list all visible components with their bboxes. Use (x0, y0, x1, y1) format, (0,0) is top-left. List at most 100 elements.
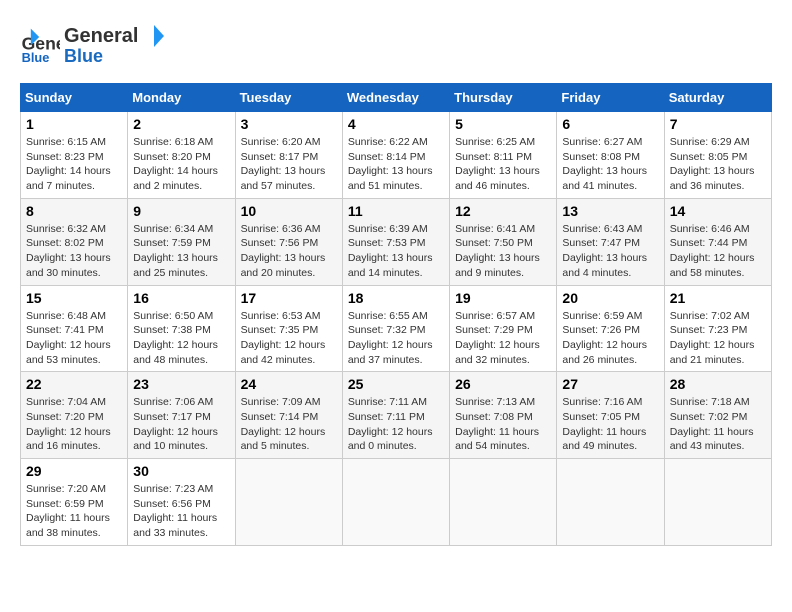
day-info: Sunrise: 7:20 AM Sunset: 6:59 PM Dayligh… (26, 482, 122, 541)
day-info: Sunrise: 6:20 AM Sunset: 8:17 PM Dayligh… (241, 135, 337, 194)
day-number: 5 (455, 116, 551, 132)
day-cell-13: 13 Sunrise: 6:43 AM Sunset: 7:47 PM Dayl… (557, 198, 664, 285)
day-cell-18: 18 Sunrise: 6:55 AM Sunset: 7:32 PM Dayl… (342, 285, 449, 372)
day-info: Sunrise: 6:18 AM Sunset: 8:20 PM Dayligh… (133, 135, 229, 194)
col-header-tuesday: Tuesday (235, 84, 342, 112)
calendar-header-row: SundayMondayTuesdayWednesdayThursdayFrid… (21, 84, 772, 112)
day-number: 12 (455, 203, 551, 219)
day-cell-4: 4 Sunrise: 6:22 AM Sunset: 8:14 PM Dayli… (342, 112, 449, 199)
col-header-wednesday: Wednesday (342, 84, 449, 112)
day-number: 14 (670, 203, 766, 219)
day-cell-21: 21 Sunrise: 7:02 AM Sunset: 7:23 PM Dayl… (664, 285, 771, 372)
day-info: Sunrise: 6:53 AM Sunset: 7:35 PM Dayligh… (241, 309, 337, 368)
day-number: 20 (562, 290, 658, 306)
day-number: 18 (348, 290, 444, 306)
day-info: Sunrise: 6:46 AM Sunset: 7:44 PM Dayligh… (670, 222, 766, 281)
week-row-1: 1 Sunrise: 6:15 AM Sunset: 8:23 PM Dayli… (21, 112, 772, 199)
day-info: Sunrise: 7:04 AM Sunset: 7:20 PM Dayligh… (26, 395, 122, 454)
day-number: 8 (26, 203, 122, 219)
day-cell-20: 20 Sunrise: 6:59 AM Sunset: 7:26 PM Dayl… (557, 285, 664, 372)
day-info: Sunrise: 6:29 AM Sunset: 8:05 PM Dayligh… (670, 135, 766, 194)
day-number: 13 (562, 203, 658, 219)
day-info: Sunrise: 7:16 AM Sunset: 7:05 PM Dayligh… (562, 395, 658, 454)
day-number: 24 (241, 376, 337, 392)
week-row-5: 29 Sunrise: 7:20 AM Sunset: 6:59 PM Dayl… (21, 459, 772, 546)
empty-cell (235, 459, 342, 546)
day-cell-22: 22 Sunrise: 7:04 AM Sunset: 7:20 PM Dayl… (21, 372, 128, 459)
day-number: 2 (133, 116, 229, 132)
col-header-saturday: Saturday (664, 84, 771, 112)
day-number: 21 (670, 290, 766, 306)
day-number: 27 (562, 376, 658, 392)
day-number: 4 (348, 116, 444, 132)
day-number: 7 (670, 116, 766, 132)
day-cell-12: 12 Sunrise: 6:41 AM Sunset: 7:50 PM Dayl… (450, 198, 557, 285)
day-cell-16: 16 Sunrise: 6:50 AM Sunset: 7:38 PM Dayl… (128, 285, 235, 372)
day-cell-27: 27 Sunrise: 7:16 AM Sunset: 7:05 PM Dayl… (557, 372, 664, 459)
empty-cell (342, 459, 449, 546)
day-number: 3 (241, 116, 337, 132)
day-number: 23 (133, 376, 229, 392)
day-info: Sunrise: 6:57 AM Sunset: 7:29 PM Dayligh… (455, 309, 551, 368)
day-cell-24: 24 Sunrise: 7:09 AM Sunset: 7:14 PM Dayl… (235, 372, 342, 459)
day-info: Sunrise: 6:22 AM Sunset: 8:14 PM Dayligh… (348, 135, 444, 194)
empty-cell (557, 459, 664, 546)
svg-text:General: General (64, 25, 138, 47)
day-info: Sunrise: 6:39 AM Sunset: 7:53 PM Dayligh… (348, 222, 444, 281)
day-cell-14: 14 Sunrise: 6:46 AM Sunset: 7:44 PM Dayl… (664, 198, 771, 285)
logo-icon: General Blue (20, 27, 60, 67)
week-row-2: 8 Sunrise: 6:32 AM Sunset: 8:02 PM Dayli… (21, 198, 772, 285)
day-info: Sunrise: 6:36 AM Sunset: 7:56 PM Dayligh… (241, 222, 337, 281)
day-cell-1: 1 Sunrise: 6:15 AM Sunset: 8:23 PM Dayli… (21, 112, 128, 199)
day-info: Sunrise: 6:48 AM Sunset: 7:41 PM Dayligh… (26, 309, 122, 368)
day-number: 30 (133, 463, 229, 479)
day-number: 22 (26, 376, 122, 392)
col-header-friday: Friday (557, 84, 664, 112)
empty-cell (450, 459, 557, 546)
day-number: 17 (241, 290, 337, 306)
day-cell-2: 2 Sunrise: 6:18 AM Sunset: 8:20 PM Dayli… (128, 112, 235, 199)
day-number: 9 (133, 203, 229, 219)
day-info: Sunrise: 7:06 AM Sunset: 7:17 PM Dayligh… (133, 395, 229, 454)
day-number: 26 (455, 376, 551, 392)
empty-cell (664, 459, 771, 546)
day-info: Sunrise: 6:32 AM Sunset: 8:02 PM Dayligh… (26, 222, 122, 281)
day-info: Sunrise: 7:09 AM Sunset: 7:14 PM Dayligh… (241, 395, 337, 454)
day-info: Sunrise: 7:11 AM Sunset: 7:11 PM Dayligh… (348, 395, 444, 454)
day-number: 19 (455, 290, 551, 306)
day-info: Sunrise: 6:15 AM Sunset: 8:23 PM Dayligh… (26, 135, 122, 194)
day-cell-8: 8 Sunrise: 6:32 AM Sunset: 8:02 PM Dayli… (21, 198, 128, 285)
day-cell-9: 9 Sunrise: 6:34 AM Sunset: 7:59 PM Dayli… (128, 198, 235, 285)
calendar-table: SundayMondayTuesdayWednesdayThursdayFrid… (20, 83, 772, 546)
day-info: Sunrise: 7:18 AM Sunset: 7:02 PM Dayligh… (670, 395, 766, 454)
col-header-sunday: Sunday (21, 84, 128, 112)
day-cell-19: 19 Sunrise: 6:57 AM Sunset: 7:29 PM Dayl… (450, 285, 557, 372)
day-number: 15 (26, 290, 122, 306)
day-info: Sunrise: 6:34 AM Sunset: 7:59 PM Dayligh… (133, 222, 229, 281)
day-info: Sunrise: 6:41 AM Sunset: 7:50 PM Dayligh… (455, 222, 551, 281)
day-number: 11 (348, 203, 444, 219)
page-header: General Blue General Blue (20, 20, 772, 73)
day-info: Sunrise: 7:13 AM Sunset: 7:08 PM Dayligh… (455, 395, 551, 454)
day-cell-26: 26 Sunrise: 7:13 AM Sunset: 7:08 PM Dayl… (450, 372, 557, 459)
svg-text:Blue: Blue (64, 46, 103, 66)
col-header-monday: Monday (128, 84, 235, 112)
day-info: Sunrise: 7:02 AM Sunset: 7:23 PM Dayligh… (670, 309, 766, 368)
svg-text:Blue: Blue (22, 50, 50, 65)
day-info: Sunrise: 6:55 AM Sunset: 7:32 PM Dayligh… (348, 309, 444, 368)
day-number: 1 (26, 116, 122, 132)
day-info: Sunrise: 6:50 AM Sunset: 7:38 PM Dayligh… (133, 309, 229, 368)
week-row-4: 22 Sunrise: 7:04 AM Sunset: 7:20 PM Dayl… (21, 372, 772, 459)
day-cell-15: 15 Sunrise: 6:48 AM Sunset: 7:41 PM Dayl… (21, 285, 128, 372)
day-number: 29 (26, 463, 122, 479)
logo: General Blue General Blue (20, 20, 164, 73)
col-header-thursday: Thursday (450, 84, 557, 112)
day-cell-23: 23 Sunrise: 7:06 AM Sunset: 7:17 PM Dayl… (128, 372, 235, 459)
day-cell-5: 5 Sunrise: 6:25 AM Sunset: 8:11 PM Dayli… (450, 112, 557, 199)
day-info: Sunrise: 6:27 AM Sunset: 8:08 PM Dayligh… (562, 135, 658, 194)
day-number: 28 (670, 376, 766, 392)
day-cell-29: 29 Sunrise: 7:20 AM Sunset: 6:59 PM Dayl… (21, 459, 128, 546)
day-cell-30: 30 Sunrise: 7:23 AM Sunset: 6:56 PM Dayl… (128, 459, 235, 546)
logo-svg: General Blue (64, 20, 164, 68)
day-cell-3: 3 Sunrise: 6:20 AM Sunset: 8:17 PM Dayli… (235, 112, 342, 199)
